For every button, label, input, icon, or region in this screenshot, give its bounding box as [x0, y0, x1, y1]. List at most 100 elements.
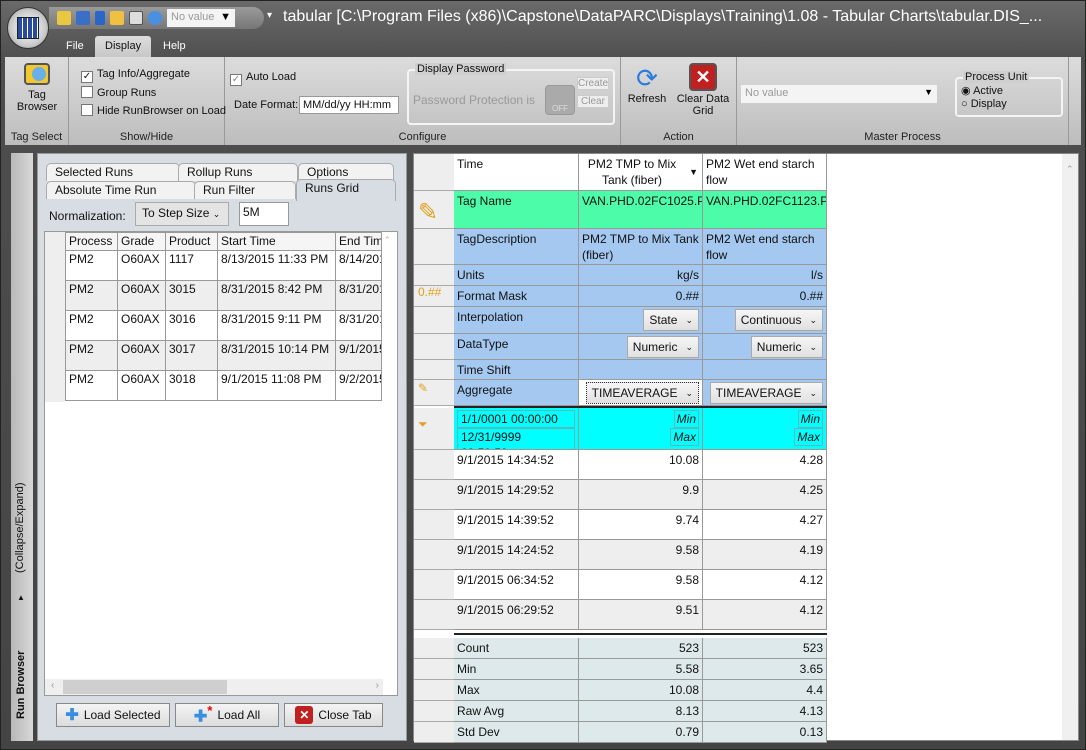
- normalization-dropdown[interactable]: To Step Size ⌄: [135, 202, 229, 226]
- password-toggle[interactable]: OFF: [545, 85, 575, 115]
- row-header[interactable]: [414, 540, 454, 570]
- row-header[interactable]: [414, 722, 454, 743]
- radio-active[interactable]: ◉ Active: [961, 84, 1003, 97]
- tab-run-filter[interactable]: Run Filter: [194, 181, 296, 199]
- refresh-button[interactable]: ⟳ Refresh: [627, 63, 667, 105]
- agg-cell[interactable]: TIMEAVERAGE ⌄: [703, 380, 827, 406]
- table-row[interactable]: PM2 O60AX 3015 8/31/2015 8:42 PM 8/31/201: [65, 280, 382, 311]
- interp-dropdown[interactable]: State ⌄: [643, 309, 699, 331]
- table-row[interactable]: PM2 O60AX 3018 9/1/2015 11:08 PM 9/2/2015: [65, 370, 382, 401]
- row-header[interactable]: [414, 600, 454, 630]
- create-password-button[interactable]: Create: [577, 77, 609, 90]
- row-header[interactable]: [414, 229, 454, 265]
- dtype-dropdown[interactable]: Numeric ⌄: [626, 336, 699, 358]
- master-process-dropdown[interactable]: No value ▼: [741, 85, 937, 103]
- column-header[interactable]: Start Time: [217, 232, 336, 251]
- row-header[interactable]: [414, 638, 454, 659]
- row-header[interactable]: ✎: [414, 380, 454, 406]
- row-header[interactable]: [414, 680, 454, 701]
- row-header[interactable]: [414, 265, 454, 286]
- table-row[interactable]: PM2 O60AX 1117 8/13/2015 11:33 PM 8/14/201: [65, 250, 382, 281]
- app-menu-button[interactable]: [7, 7, 49, 49]
- row-header[interactable]: [414, 360, 454, 380]
- end-date-filter[interactable]: 12/31/9999 23:59:59: [457, 428, 575, 449]
- tag-browser-button[interactable]: Tag Browser: [13, 63, 61, 113]
- dtype-cell[interactable]: Numeric ⌄: [703, 334, 827, 360]
- interp-dropdown[interactable]: Continuous ⌄: [734, 309, 823, 331]
- dropdown-arrow-icon[interactable]: ▼: [689, 164, 698, 180]
- refresh-icon[interactable]: [148, 11, 162, 25]
- row-header[interactable]: [414, 510, 454, 540]
- tag-cell[interactable]: VAN.PHD.02FC1025.PV: [579, 191, 703, 229]
- max-filter[interactable]: Max: [670, 428, 699, 446]
- date-format-input[interactable]: MM/dd/yy HH:mm: [299, 96, 399, 114]
- tab-file[interactable]: File: [56, 36, 94, 57]
- chevron-up-icon[interactable]: ⌃: [383, 235, 391, 246]
- row-header[interactable]: ✎: [414, 191, 454, 229]
- tab-runs-grid[interactable]: Runs Grid: [296, 179, 396, 201]
- min-filter[interactable]: Min: [797, 410, 823, 428]
- max-filter[interactable]: Max: [794, 428, 823, 446]
- tag-icon[interactable]: [57, 11, 71, 25]
- scroll-thumb[interactable]: [63, 680, 227, 694]
- interp-cell[interactable]: Continuous ⌄: [703, 307, 827, 334]
- tag-info-checkbox[interactable]: ✓ Tag Info/Aggregate: [81, 68, 190, 83]
- row-header[interactable]: [414, 480, 454, 510]
- column-header[interactable]: End Time: [335, 232, 382, 251]
- load-all-button[interactable]: ✚* Load All: [175, 703, 279, 727]
- table-row[interactable]: PM2 O60AX 3016 8/31/2015 9:11 PM 8/31/201: [65, 310, 382, 341]
- save-icon[interactable]: [76, 11, 90, 25]
- vertical-scrollbar[interactable]: ⌃: [1062, 154, 1078, 740]
- tab-rollup-runs[interactable]: Rollup Runs: [178, 163, 298, 181]
- qat-dropdown[interactable]: No value ▼: [167, 9, 235, 27]
- row-header[interactable]: [414, 450, 454, 480]
- row-header[interactable]: [414, 334, 454, 360]
- radio-display[interactable]: ○ Display: [961, 98, 1007, 110]
- tab-absolute-time-run[interactable]: Absolute Time Run: [46, 181, 196, 199]
- agg-dropdown[interactable]: TIMEAVERAGE ⌄: [709, 382, 823, 404]
- tab-selected-runs[interactable]: Selected Runs: [46, 163, 180, 181]
- close-tab-button[interactable]: ✕ Close Tab: [284, 703, 383, 727]
- min-max-filter-cell[interactable]: Min Max: [703, 408, 827, 450]
- chevron-up-icon[interactable]: ⌃: [1066, 164, 1074, 175]
- group-runs-checkbox[interactable]: Group Runs: [81, 86, 156, 99]
- row-header[interactable]: [414, 570, 454, 600]
- customize-qat-icon[interactable]: ▾: [267, 10, 272, 21]
- column-header-2[interactable]: PM2 Wet end starch flow: [703, 154, 827, 191]
- min-max-filter-cell[interactable]: Min Max: [579, 408, 703, 450]
- run-browser-collapse-strip[interactable]: (Collapse/Expand) ▲ Run Browser: [11, 153, 33, 741]
- start-date-filter[interactable]: 1/1/0001 00:00:00: [457, 410, 575, 428]
- clear-password-button[interactable]: Clear: [577, 95, 609, 108]
- shift-cell[interactable]: [579, 360, 703, 380]
- print-icon[interactable]: [129, 11, 143, 25]
- row-header[interactable]: [414, 307, 454, 334]
- agg-cell[interactable]: TIMEAVERAGE ⌄: [579, 380, 703, 406]
- column-header-1[interactable]: PM2 TMP to Mix Tank (fiber) ▼: [579, 154, 703, 191]
- step-size-input[interactable]: 5M: [239, 202, 289, 226]
- clipboard-icon[interactable]: [110, 11, 124, 25]
- column-header[interactable]: Grade: [117, 232, 166, 251]
- clear-data-grid-button[interactable]: ✕ Clear Data Grid: [675, 63, 731, 117]
- table-row[interactable]: PM2 O60AX 3017 8/31/2015 10:14 PM 9/1/2015: [65, 340, 382, 371]
- tab-help[interactable]: Help: [153, 36, 196, 57]
- time-column-header[interactable]: Time: [454, 154, 579, 191]
- tag-cell[interactable]: VAN.PHD.02FC1123.PV: [703, 191, 827, 229]
- mask-cell[interactable]: 0.##: [703, 286, 827, 307]
- row-header[interactable]: [414, 659, 454, 680]
- column-header[interactable]: Product: [165, 232, 218, 251]
- chevron-right-icon[interactable]: ›: [376, 680, 379, 691]
- interp-cell[interactable]: State ⌄: [579, 307, 703, 334]
- auto-load-checkbox[interactable]: ✓ Auto Load: [230, 71, 296, 86]
- tab-display[interactable]: Display: [95, 36, 152, 57]
- chevron-left-icon[interactable]: ‹: [51, 680, 54, 691]
- min-filter[interactable]: Min: [673, 410, 699, 428]
- arrow-icon[interactable]: [95, 11, 105, 25]
- column-header[interactable]: Process: [65, 232, 118, 251]
- row-header[interactable]: ⏷: [414, 408, 454, 450]
- date-filter-cell[interactable]: 1/1/0001 00:00:0012/31/9999 23:59:59: [454, 408, 579, 450]
- agg-dropdown[interactable]: TIMEAVERAGE ⌄: [585, 382, 699, 404]
- row-header[interactable]: [414, 701, 454, 722]
- horizontal-scrollbar[interactable]: ‹ ›: [45, 679, 383, 695]
- hide-runbrowser-checkbox[interactable]: Hide RunBrowser on Load: [81, 104, 226, 117]
- dtype-cell[interactable]: Numeric ⌄: [579, 334, 703, 360]
